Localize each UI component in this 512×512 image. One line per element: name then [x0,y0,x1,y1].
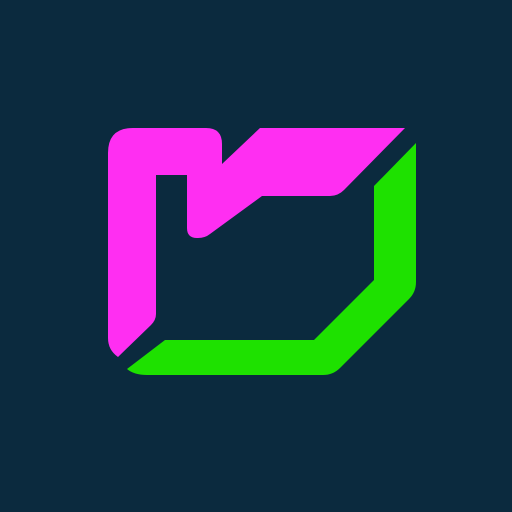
app-icon-canvas [0,0,512,512]
logo-icon [0,0,512,512]
background-rect [0,0,512,512]
